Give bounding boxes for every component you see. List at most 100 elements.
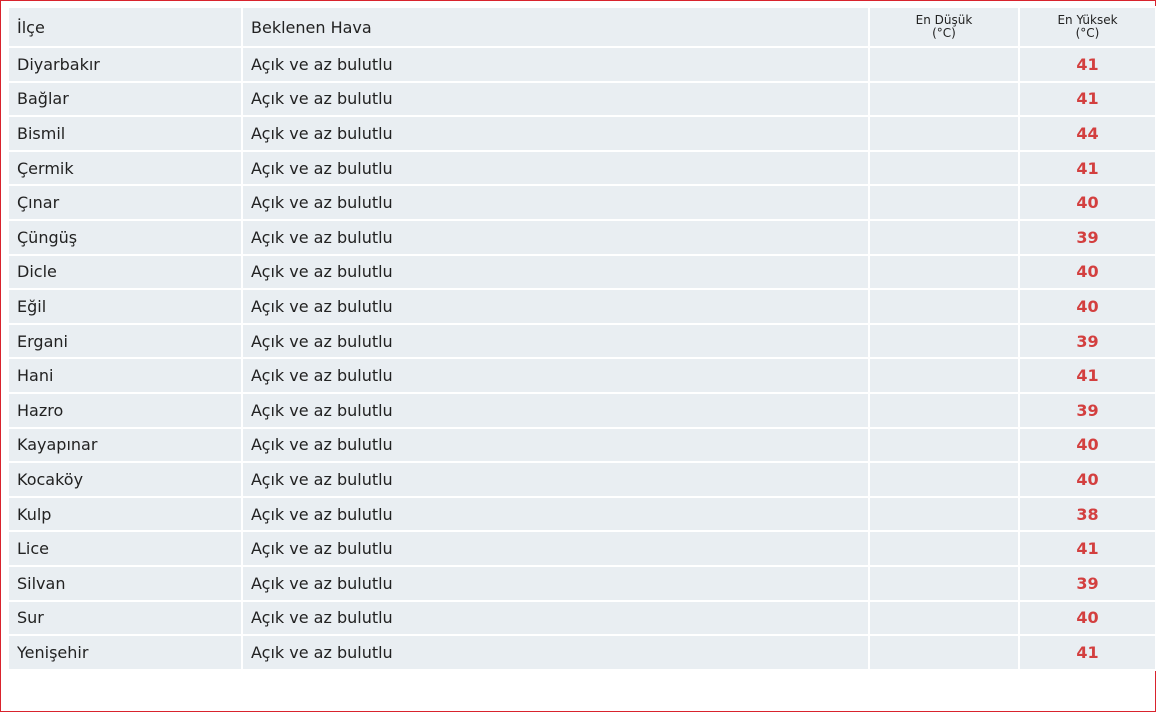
min-temp-cell <box>868 634 1020 671</box>
district-cell: Bağlar <box>7 80 243 118</box>
max-temp-cell: 41 <box>1018 634 1156 671</box>
max-temp-cell: 41 <box>1018 530 1156 567</box>
min-temp-cell <box>868 253 1020 291</box>
forecast-cell: Açık ve az bulutlu <box>241 461 870 498</box>
forecast-cell: Açık ve az bulutlu <box>241 599 870 637</box>
header-max-temp: En Yüksek (°C) <box>1018 6 1156 48</box>
max-temp-cell: 44 <box>1018 115 1156 152</box>
min-temp-cell <box>868 357 1020 394</box>
district-cell: Ergani <box>7 322 243 360</box>
max-temp-cell: 39 <box>1018 564 1156 602</box>
district-cell: Çınar <box>7 184 243 221</box>
district-cell: Bismil <box>7 115 243 152</box>
forecast-cell: Açık ve az bulutlu <box>241 218 870 256</box>
header-min-temp-unit: (°C) <box>932 26 956 40</box>
min-temp-cell <box>868 530 1020 567</box>
forecast-cell: Açık ve az bulutlu <box>241 495 870 533</box>
max-temp-cell: 40 <box>1018 288 1156 325</box>
table-row: Kayapınar Açık ve az bulutlu 40 <box>7 426 1156 464</box>
table-row: Lice Açık ve az bulutlu 41 <box>7 530 1156 567</box>
table-row: Sur Açık ve az bulutlu 40 <box>7 599 1156 637</box>
table-row: Ergani Açık ve az bulutlu 39 <box>7 322 1156 360</box>
table-row: Hazro Açık ve az bulutlu 39 <box>7 391 1156 429</box>
table-row: Hani Açık ve az bulutlu 41 <box>7 357 1156 394</box>
forecast-cell: Açık ve az bulutlu <box>241 288 870 325</box>
min-temp-cell <box>868 495 1020 533</box>
max-temp-cell: 41 <box>1018 46 1156 83</box>
district-cell: Hazro <box>7 391 243 429</box>
table-row: Dicle Açık ve az bulutlu 40 <box>7 253 1156 291</box>
min-temp-cell <box>868 391 1020 429</box>
forecast-cell: Açık ve az bulutlu <box>241 391 870 429</box>
district-cell: Yenişehir <box>7 634 243 671</box>
forecast-panel: İlçe Beklenen Hava En Düşük (°C) En Yüks… <box>0 0 1156 712</box>
forecast-cell: Açık ve az bulutlu <box>241 46 870 83</box>
forecast-cell: Açık ve az bulutlu <box>241 322 870 360</box>
min-temp-cell <box>868 461 1020 498</box>
min-temp-cell <box>868 46 1020 83</box>
district-cell: Kayapınar <box>7 426 243 464</box>
max-temp-cell: 39 <box>1018 391 1156 429</box>
max-temp-cell: 40 <box>1018 184 1156 221</box>
table-header-row: İlçe Beklenen Hava En Düşük (°C) En Yüks… <box>7 6 1156 48</box>
header-max-temp-unit: (°C) <box>1075 26 1100 40</box>
district-cell: Hani <box>7 357 243 394</box>
district-cell: Eğil <box>7 288 243 325</box>
table-row: Bağlar Açık ve az bulutlu 41 <box>7 80 1156 118</box>
table-row: Yenişehir Açık ve az bulutlu 41 <box>7 634 1156 671</box>
district-cell: Kocaköy <box>7 461 243 498</box>
max-temp-cell: 41 <box>1018 149 1156 187</box>
header-min-temp: En Düşük (°C) <box>868 6 1020 48</box>
district-cell: Çüngüş <box>7 218 243 256</box>
table-row: Bismil Açık ve az bulutlu 44 <box>7 115 1156 152</box>
table-row: Diyarbakır Açık ve az bulutlu 41 <box>7 46 1156 83</box>
header-district: İlçe <box>7 6 243 48</box>
table-row: Eğil Açık ve az bulutlu 40 <box>7 288 1156 325</box>
forecast-cell: Açık ve az bulutlu <box>241 115 870 152</box>
min-temp-cell <box>868 149 1020 187</box>
district-cell: Silvan <box>7 564 243 602</box>
min-temp-cell <box>868 80 1020 118</box>
forecast-cell: Açık ve az bulutlu <box>241 426 870 464</box>
header-forecast: Beklenen Hava <box>241 6 870 48</box>
district-cell: Dicle <box>7 253 243 291</box>
max-temp-cell: 38 <box>1018 495 1156 533</box>
forecast-cell: Açık ve az bulutlu <box>241 149 870 187</box>
table-body: Diyarbakır Açık ve az bulutlu 41 Bağlar … <box>7 46 1156 671</box>
district-cell: Kulp <box>7 495 243 533</box>
min-temp-cell <box>868 564 1020 602</box>
district-cell: Çermik <box>7 149 243 187</box>
table-row: Çınar Açık ve az bulutlu 40 <box>7 184 1156 221</box>
min-temp-cell <box>868 218 1020 256</box>
min-temp-cell <box>868 184 1020 221</box>
max-temp-cell: 40 <box>1018 461 1156 498</box>
min-temp-cell <box>868 322 1020 360</box>
min-temp-cell <box>868 599 1020 637</box>
forecast-cell: Açık ve az bulutlu <box>241 80 870 118</box>
max-temp-cell: 41 <box>1018 357 1156 394</box>
forecast-cell: Açık ve az bulutlu <box>241 357 870 394</box>
max-temp-cell: 39 <box>1018 322 1156 360</box>
min-temp-cell <box>868 288 1020 325</box>
forecast-table: İlçe Beklenen Hava En Düşük (°C) En Yüks… <box>7 6 1156 671</box>
min-temp-cell <box>868 426 1020 464</box>
forecast-cell: Açık ve az bulutlu <box>241 530 870 567</box>
table-row: Kocaköy Açık ve az bulutlu 40 <box>7 461 1156 498</box>
forecast-cell: Açık ve az bulutlu <box>241 564 870 602</box>
max-temp-cell: 41 <box>1018 80 1156 118</box>
district-cell: Sur <box>7 599 243 637</box>
min-temp-cell <box>868 115 1020 152</box>
max-temp-cell: 40 <box>1018 253 1156 291</box>
max-temp-cell: 40 <box>1018 426 1156 464</box>
table-row: Çermik Açık ve az bulutlu 41 <box>7 149 1156 187</box>
table-row: Çüngüş Açık ve az bulutlu 39 <box>7 218 1156 256</box>
max-temp-cell: 40 <box>1018 599 1156 637</box>
forecast-cell: Açık ve az bulutlu <box>241 184 870 221</box>
max-temp-cell: 39 <box>1018 218 1156 256</box>
forecast-cell: Açık ve az bulutlu <box>241 253 870 291</box>
table-row: Kulp Açık ve az bulutlu 38 <box>7 495 1156 533</box>
table-row: Silvan Açık ve az bulutlu 39 <box>7 564 1156 602</box>
district-cell: Diyarbakır <box>7 46 243 83</box>
district-cell: Lice <box>7 530 243 567</box>
forecast-cell: Açık ve az bulutlu <box>241 634 870 671</box>
